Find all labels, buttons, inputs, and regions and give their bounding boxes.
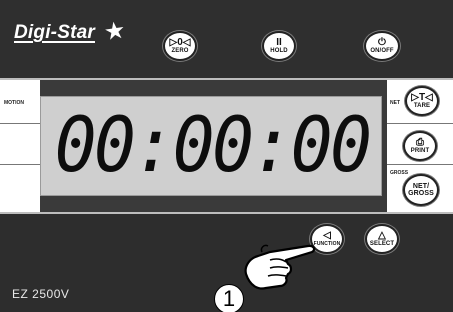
gross-indicator-label: GROSS bbox=[390, 170, 409, 176]
hold-label: HOLD bbox=[270, 47, 288, 54]
select-button[interactable]: △ SELECT bbox=[365, 224, 399, 254]
divider bbox=[387, 123, 453, 124]
left-arrow-icon: ◁ bbox=[323, 229, 331, 241]
tare-icon: ▷T◁ bbox=[411, 91, 433, 103]
up-arrow-icon: △ bbox=[378, 229, 386, 241]
power-icon: ⏻ bbox=[378, 36, 386, 48]
zero-button[interactable]: ▷0◁ ZERO bbox=[163, 31, 197, 61]
net-gross-button[interactable]: NET/ GROSS bbox=[403, 174, 439, 206]
display-value: 00:00:00 bbox=[54, 100, 372, 189]
scale-indicator-panel: Digi-Star ★ ▷0◁ ZERO II HOLD ⏻ ON/OFF MO… bbox=[0, 0, 453, 312]
printer-icon: ⎙ bbox=[416, 136, 424, 148]
left-indicator-strip: MOTION bbox=[0, 80, 40, 212]
print-label: PRINT bbox=[410, 147, 430, 154]
net-label: NET/ bbox=[412, 183, 430, 190]
divider bbox=[387, 164, 453, 165]
gross-label: GROSS bbox=[408, 190, 434, 197]
zero-icon: ▷0◁ bbox=[169, 36, 191, 48]
tare-label: TARE bbox=[413, 102, 431, 109]
on-off-button[interactable]: ⏻ ON/OFF bbox=[364, 31, 400, 61]
hold-button[interactable]: II HOLD bbox=[262, 31, 296, 61]
on-off-label: ON/OFF bbox=[370, 47, 394, 54]
zero-label: ZERO bbox=[171, 47, 189, 54]
pointing-hand-icon bbox=[244, 244, 316, 290]
pause-icon: II bbox=[276, 36, 282, 48]
brand-logo: Digi-Star bbox=[14, 22, 95, 43]
motion-indicator-label: MOTION bbox=[4, 100, 24, 106]
select-label: SELECT bbox=[369, 240, 395, 247]
model-label: EZ 2500V bbox=[12, 287, 70, 301]
print-button[interactable]: ⎙ PRINT bbox=[403, 131, 437, 161]
divider bbox=[0, 123, 40, 124]
tare-button[interactable]: ▷T◁ TARE bbox=[405, 86, 439, 116]
callout-number-badge: 1 bbox=[214, 284, 244, 312]
star-icon: ★ bbox=[102, 16, 128, 47]
lcd-display: 00:00:00 bbox=[40, 96, 382, 196]
divider bbox=[0, 164, 40, 165]
net-indicator-label: NET bbox=[390, 100, 400, 106]
